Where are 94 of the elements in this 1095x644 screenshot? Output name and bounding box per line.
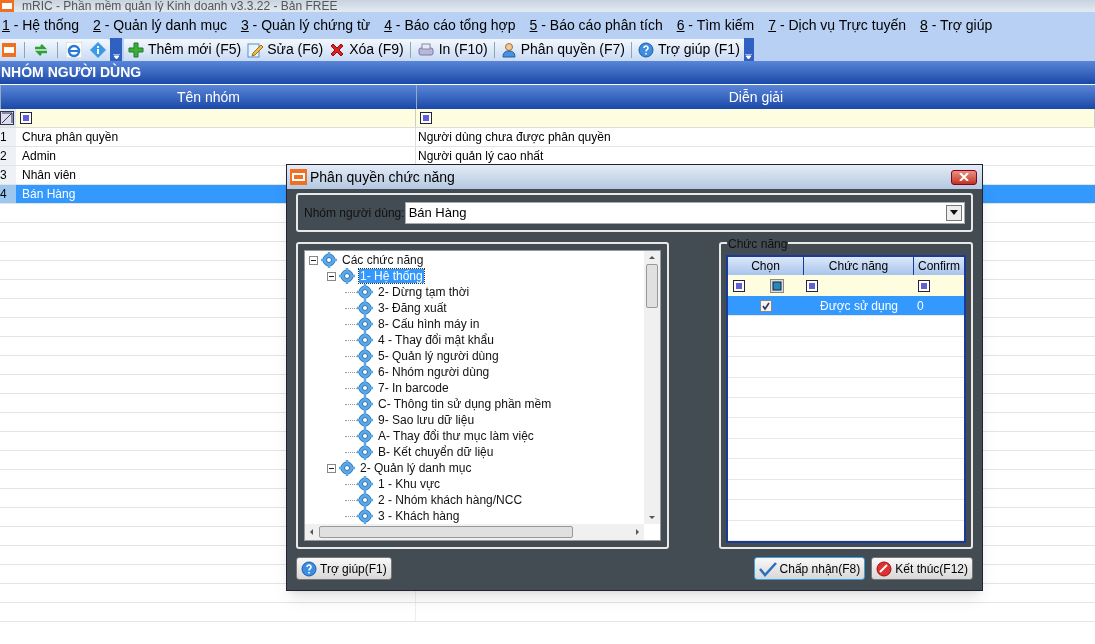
app-logo-icon [290, 169, 307, 185]
toolbar-button[interactable]: Trợ giúp (F1) [636, 39, 742, 60]
gear-icon [357, 492, 373, 508]
close-button[interactable] [951, 169, 977, 185]
tree-item[interactable]: 3- Đăng xuất [377, 301, 448, 315]
gear-icon [357, 316, 373, 332]
menu-item[interactable]: 6 - Tìm kiếm [676, 14, 755, 36]
toolbar-button[interactable]: Sửa (F6) [245, 39, 326, 60]
table-cell[interactable]: Chưa phân quyền [16, 128, 416, 146]
menu-item[interactable]: 1 - Hệ thống [2, 14, 80, 36]
plus-icon [128, 41, 144, 58]
gear-icon [357, 396, 373, 412]
filter-icon [420, 112, 432, 124]
filter-icon [806, 279, 818, 292]
filter-editor-icon [0, 111, 14, 125]
printer-icon [416, 41, 435, 58]
menu-item[interactable]: 5 - Báo cáo phân tích [529, 14, 663, 36]
collapse-icon[interactable] [327, 463, 336, 473]
close-button[interactable]: Kết thúc(F12) [871, 557, 973, 580]
gear-icon [357, 412, 373, 428]
help-button[interactable]: Trợ giúp(F1) [296, 557, 392, 580]
tree-item[interactable]: B- Kết chuyển dữ liệu [377, 445, 495, 459]
help-icon [301, 560, 317, 577]
stop-icon [876, 560, 893, 577]
dropdown-arrow-icon [950, 210, 958, 215]
collapse-icon[interactable] [327, 271, 336, 281]
toolbar-button[interactable]: Xóa (F9) [327, 39, 406, 60]
check-icon [758, 560, 777, 577]
filter-checkbox-icon [770, 278, 784, 293]
column-header[interactable]: Confirm [914, 257, 964, 276]
overflow-icon [745, 53, 753, 59]
table-cell[interactable]: Người dùng chưa được phân quyền [416, 128, 1095, 146]
row-number: 3 [0, 166, 16, 184]
info-icon [90, 41, 106, 58]
overflow-icon [112, 53, 120, 59]
tree-item[interactable]: 4 - Thay đổi mật khẩu [377, 333, 495, 347]
tree-item[interactable]: 6- Nhóm người dùng [377, 365, 491, 379]
checkbox[interactable] [760, 299, 772, 312]
section-title: NHÓM NGƯỜI DÙNG [0, 62, 142, 82]
filter-icon [20, 112, 32, 124]
tree-item[interactable]: 2 - Nhóm khách hàng/NCC [377, 493, 524, 507]
gear-icon [357, 444, 373, 460]
vertical-scrollbar[interactable] [644, 251, 660, 524]
toolbar-button[interactable]: Thêm mới (F5) [126, 39, 244, 60]
tree-item[interactable]: C- Thông tin sử dụng phần mềm [377, 397, 553, 411]
close-icon [959, 173, 969, 181]
tree-item[interactable]: 5- Quản lý người dùng [377, 349, 500, 363]
table-cell[interactable]: Người quản lý cao nhất [416, 147, 1095, 165]
toolbar-button[interactable]: Phân quyền (F7) [498, 39, 628, 60]
tree-item[interactable]: 3 - Khách hàng [377, 509, 461, 523]
menu-item[interactable]: 4 - Báo cáo tổng hợp [384, 14, 516, 36]
tree-item[interactable]: A- Thay đổi thư mục làm việc [377, 429, 535, 443]
row-number: 4 [0, 185, 16, 203]
gear-icon [357, 284, 373, 300]
gear-icon [339, 268, 355, 284]
gear-icon [357, 300, 373, 316]
tree-item[interactable]: 7- In barcode [377, 381, 450, 395]
pencil-icon [247, 41, 264, 58]
row-number: 2 [0, 147, 16, 165]
tree-item[interactable]: 2- Dừng tạm thời [377, 285, 471, 299]
menu-item[interactable]: 8 - Trợ giúp [920, 14, 993, 36]
menu-item[interactable]: 3 - Quản lý chứng từ [240, 14, 371, 36]
tree-item[interactable]: Các chức năng [341, 253, 425, 267]
refresh-icon [33, 41, 49, 58]
tree-item[interactable]: 9- Sao lưu dữ liệu [377, 413, 476, 427]
accept-button[interactable]: Chấp nhận(F8) [753, 557, 866, 580]
help-icon [638, 41, 655, 58]
gear-icon [357, 332, 373, 348]
user-icon [500, 41, 517, 58]
scroll-thumb[interactable] [646, 264, 658, 308]
window-title: mRIC - Phần mềm quản lý Kinh doanh v3.3.22 - Bản FREE [22, 0, 338, 12]
scroll-thumb[interactable] [319, 526, 573, 538]
gear-icon [357, 428, 373, 444]
gear-icon [357, 364, 373, 380]
horizontal-scrollbar[interactable] [305, 524, 644, 540]
gear-icon [339, 460, 355, 476]
field-label: Nhóm người dùng: [304, 204, 405, 222]
gear-icon [357, 476, 373, 492]
toolbar-button[interactable]: In (F10) [414, 39, 490, 60]
tree-item[interactable]: 2- Quản lý danh mục [359, 461, 473, 475]
row-number: 1 [0, 128, 16, 146]
close-icon [329, 41, 346, 58]
gear-icon [357, 380, 373, 396]
tree-item[interactable]: 8- Cấu hình máy in [377, 317, 481, 331]
menu-item[interactable]: 7 - Dịch vụ Trực tuyến [768, 14, 906, 36]
filter-icon [733, 279, 745, 292]
app-logo-icon [0, 0, 14, 12]
group-dropdown[interactable]: Bán Hàng [404, 201, 965, 224]
collapse-icon[interactable] [309, 255, 318, 265]
tree-item[interactable]: 1 - Khu vực [377, 477, 442, 491]
app-logo-icon [2, 42, 16, 57]
filter-icon [918, 279, 930, 292]
menu-item[interactable]: 2 - Quản lý danh mục [93, 14, 227, 36]
gear-icon [357, 348, 373, 364]
